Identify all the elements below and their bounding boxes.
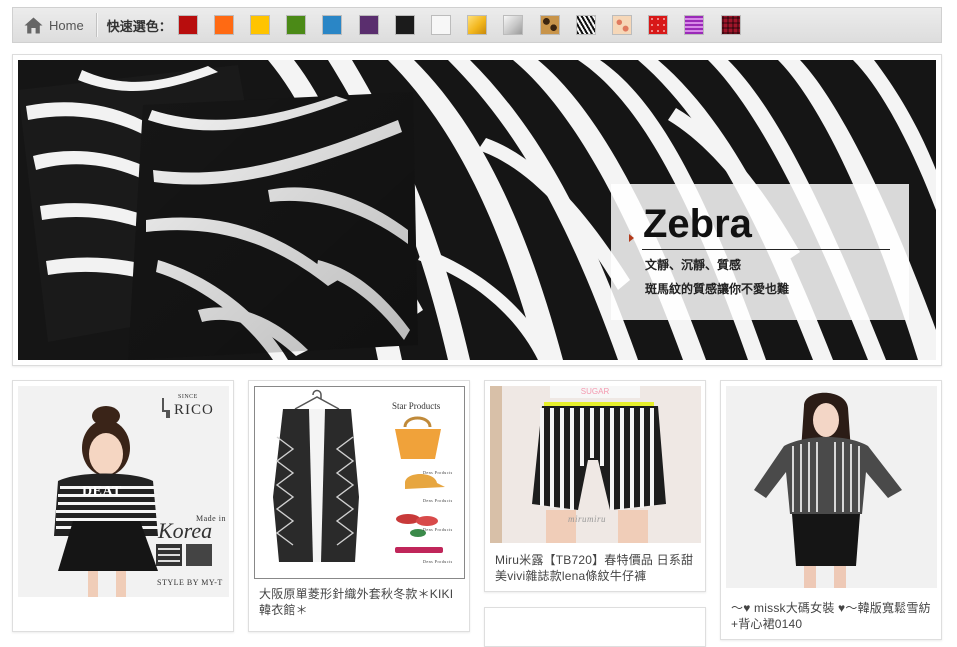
mini-label: Dens Products [423, 498, 453, 503]
color-swatch-gold[interactable] [467, 15, 488, 35]
color-swatch-purple[interactable] [358, 15, 379, 35]
product-title[interactable]: 大阪原單菱形針織外套秋冬款＊KIKI韓衣館＊ [259, 586, 459, 618]
color-swatch-stripe[interactable] [684, 15, 705, 35]
home-link[interactable]: Home [13, 8, 84, 42]
color-swatch-leopard[interactable] [539, 15, 560, 35]
color-swatch-black[interactable] [394, 15, 415, 35]
korea-text: Korea [158, 518, 213, 543]
hero-banner: Zebra 文靜、沉靜、質感 斑馬紋的質感讓你不愛也難 [12, 54, 942, 366]
product-card[interactable]: Star Products Dens Products Dens Product… [248, 380, 470, 632]
mini-label: Dens Products [423, 527, 453, 532]
zebra-banner-image[interactable]: Zebra 文靜、沉靜、質感 斑馬紋的質感讓你不愛也難 [18, 60, 936, 360]
product-card[interactable]: ～♥ missk大碼女裝 ♥～韓版寬鬆雪紡+背心裙0140 [720, 380, 942, 640]
home-icon [24, 17, 43, 33]
product-title[interactable]: ～♥ missk大碼女裝 ♥～韓版寬鬆雪紡+背心裙0140 [731, 600, 931, 632]
image-watermark: mirumiru [568, 514, 607, 524]
rico-logo-text: RICO [174, 402, 214, 418]
color-swatch-red[interactable] [177, 15, 198, 35]
color-swatch-orange[interactable] [213, 15, 234, 35]
logo-since-text: SINCE [178, 394, 198, 400]
svg-text:SUGAR: SUGAR [581, 387, 610, 396]
color-swatch-yellow[interactable] [250, 15, 271, 35]
home-label: Home [49, 17, 84, 33]
banner-title: Zebra [643, 202, 752, 246]
color-swatch-green[interactable] [286, 15, 307, 35]
store-style-text: STYLE BY MY-T [157, 578, 223, 587]
product-card[interactable] [484, 607, 706, 647]
product-image[interactable]: SUGAR mirumiru [490, 386, 701, 543]
color-swatch-list [177, 15, 757, 35]
star-products-header: Star Products [392, 401, 441, 411]
color-swatch-white[interactable] [431, 15, 452, 35]
mini-label: Dens Products [423, 559, 453, 564]
product-image[interactable] [726, 386, 937, 588]
quick-select-label: 快速選色： [106, 18, 172, 34]
caption-divider [642, 249, 890, 250]
color-swatch-plaid[interactable] [720, 15, 741, 35]
color-swatch-silver[interactable] [503, 15, 524, 35]
color-swatch-polka-dot[interactable] [648, 15, 669, 35]
caption-arrow-icon [629, 234, 634, 242]
color-swatch-floral[interactable] [611, 15, 632, 35]
banner-subtitle: 文靜、沉靜、質感 [645, 258, 742, 272]
shirt-print-text: DEAT [82, 484, 122, 499]
color-swatch-zebra[interactable] [575, 15, 596, 35]
toolbar-divider [95, 13, 98, 37]
color-swatch-blue[interactable] [322, 15, 343, 35]
product-image[interactable]: Star Products Dens Products Dens Product… [254, 386, 465, 579]
product-card[interactable]: RICO SINCE Made in Korea STYLE BY MY-T D… [12, 380, 234, 632]
banner-tagline: 斑馬紋的質感讓你不愛也難 [645, 282, 790, 296]
product-image[interactable]: RICO SINCE Made in Korea STYLE BY MY-T D… [18, 386, 229, 597]
quick-color-toolbar: Home 快速選色： [12, 7, 942, 43]
product-title[interactable]: Miru米露【TB720】春特價品 日系甜美vivi雜誌款lena條紋牛仔褲 [495, 552, 695, 584]
banner-caption: Zebra 文靜、沉靜、質感 斑馬紋的質感讓你不愛也難 [611, 184, 909, 320]
product-card[interactable]: SUGAR mirumiru Miru米露【TB720】春特價品 日系甜美viv… [484, 380, 706, 592]
mini-label: Dens Products [423, 470, 453, 475]
